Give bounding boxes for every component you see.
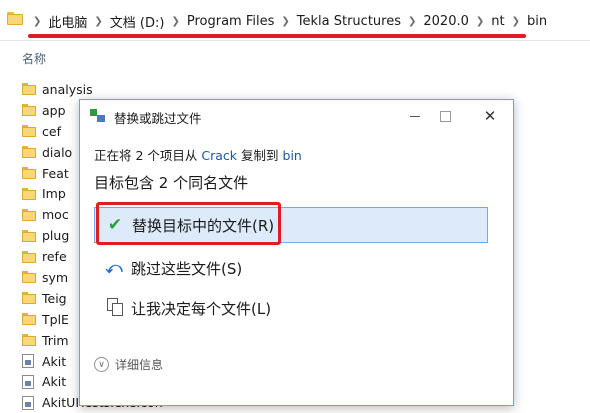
- skip-files-label: 跳过这些文件(S): [131, 259, 243, 278]
- file-icon: [22, 395, 34, 410]
- highlight-underline: [28, 34, 526, 38]
- maximize-icon: [439, 110, 451, 122]
- source-folder-link[interactable]: Crack: [201, 148, 237, 163]
- breadcrumb: ❯ 此电脑 ❯ 文档 (D:) ❯ Program Files ❯ Tekla …: [26, 11, 547, 31]
- chevron-right-icon: ❯: [171, 15, 180, 27]
- folder-icon: [22, 271, 36, 284]
- list-item-label: dialo: [42, 144, 73, 160]
- chevron-right-icon: ❯: [511, 15, 520, 27]
- folder-icon: [22, 187, 36, 200]
- list-item-label: moc: [42, 207, 69, 223]
- list-item-label: analysis: [42, 81, 93, 97]
- folder-icon: [22, 104, 36, 117]
- list-item-label: app: [42, 102, 66, 118]
- folder-icon: [22, 167, 36, 179]
- address-bar[interactable]: ❯ 此电脑 ❯ 文档 (D:) ❯ Program Files ❯ Tekla …: [0, 0, 590, 41]
- folder-icon: [22, 83, 36, 96]
- list-item-label: TplE: [42, 311, 69, 327]
- minimize-button[interactable]: [400, 105, 430, 127]
- dialog-title: 替换或跳过文件: [114, 111, 202, 126]
- list-item-label: plug: [42, 228, 70, 244]
- folder-icon: [22, 292, 36, 305]
- chevron-right-icon: ❯: [33, 15, 42, 27]
- breadcrumb-item[interactable]: bin: [527, 14, 547, 29]
- folder-icon: [22, 208, 36, 221]
- folder-icon: [22, 229, 36, 242]
- copy-files-icon: [90, 109, 106, 123]
- minimize-icon: [410, 115, 420, 117]
- chevron-down-icon: ∨: [94, 357, 109, 372]
- destination-folder-link[interactable]: bin: [283, 148, 302, 163]
- decide-each-label: 让我决定每个文件(L): [131, 299, 272, 318]
- list-item-label: cef: [42, 123, 61, 139]
- column-header-name[interactable]: 名称: [22, 50, 46, 67]
- skip-files-option[interactable]: ⤺ 跳过这些文件(S): [94, 250, 488, 286]
- list-item-label: sym: [42, 269, 69, 285]
- decide-each-option[interactable]: 让我决定每个文件(L): [94, 290, 488, 326]
- dialog-titlebar[interactable]: 替换或跳过文件 ✕: [80, 100, 513, 132]
- progress-middle: 复制到: [241, 148, 279, 163]
- chevron-right-icon: ❯: [407, 15, 417, 27]
- more-details-toggle[interactable]: ∨ 详细信息: [94, 356, 163, 373]
- chevron-right-icon: ❯: [475, 15, 485, 27]
- more-details-label: 详细信息: [115, 358, 164, 372]
- breadcrumb-item[interactable]: 文档 (D:): [110, 12, 165, 31]
- file-icon: [22, 374, 34, 389]
- breadcrumb-item[interactable]: nt: [491, 14, 504, 29]
- list-item[interactable]: analysis: [22, 79, 162, 100]
- file-icon: [22, 354, 34, 369]
- folder-icon: [22, 313, 36, 326]
- folder-icon: [7, 12, 23, 25]
- copy-progress-text: 正在将 2 个项目从 Crack 复制到 bin: [94, 145, 302, 164]
- list-item-label: Imp: [42, 186, 66, 202]
- breadcrumb-item[interactable]: Program Files: [187, 14, 275, 29]
- highlight-box: [96, 202, 281, 245]
- close-button[interactable]: ✕: [475, 105, 505, 127]
- breadcrumb-item[interactable]: 此电脑: [48, 12, 87, 31]
- chevron-right-icon: ❯: [94, 15, 103, 27]
- breadcrumb-item[interactable]: 2020.0: [423, 14, 469, 29]
- conflict-headline: 目标包含 2 个同名文件: [94, 174, 249, 192]
- compare-files-icon: [103, 298, 125, 318]
- progress-prefix: 正在将 2 个项目从: [94, 148, 198, 163]
- list-item-label: Akit: [42, 374, 67, 390]
- list-item-label: Akit: [42, 353, 67, 369]
- folder-icon: [22, 125, 36, 138]
- folder-icon: [22, 146, 36, 159]
- list-item-label: refe: [42, 249, 67, 265]
- maximize-button[interactable]: [430, 105, 460, 127]
- list-item-label: Feat: [42, 165, 69, 181]
- chevron-right-icon: ❯: [281, 15, 290, 27]
- skip-arrow-icon: ⤺: [105, 258, 123, 277]
- folder-icon: [22, 250, 36, 263]
- close-icon: ✕: [483, 107, 497, 125]
- folder-icon: [22, 334, 36, 347]
- list-item-label: Trim: [42, 332, 69, 348]
- list-item-label: Teig: [42, 290, 67, 306]
- breadcrumb-item[interactable]: Tekla Structures: [297, 14, 401, 29]
- replace-skip-dialog: 替换或跳过文件 ✕ 正在将 2 个项目从 Crack 复制到 bin 目标包含 …: [79, 99, 514, 406]
